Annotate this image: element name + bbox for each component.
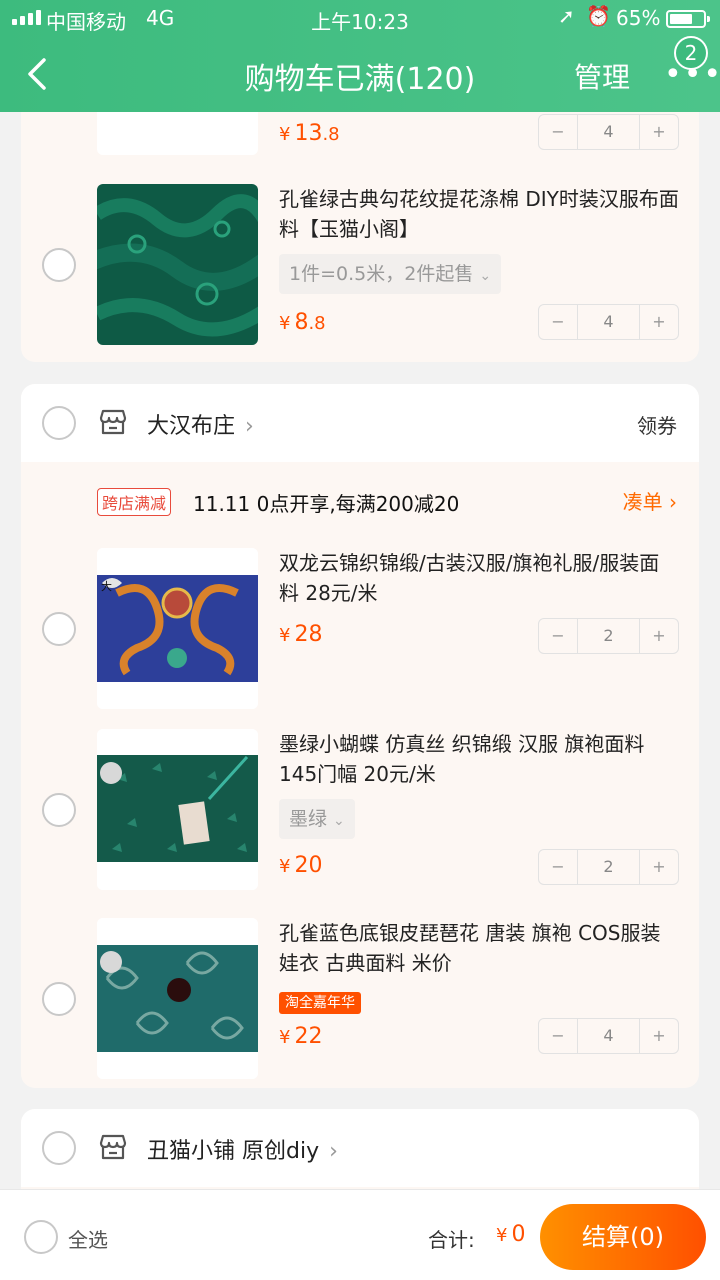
carnival-badge: 淘全嘉年华: [279, 992, 361, 1014]
quantity-stepper[interactable]: − 2 +: [538, 618, 679, 654]
quantity-stepper[interactable]: − 4 +: [538, 304, 679, 340]
product-image[interactable]: 大: [97, 548, 258, 709]
coupon-button[interactable]: 领券: [637, 410, 677, 439]
product-price: ¥8.8: [279, 310, 326, 335]
product-price: ¥13.8: [279, 121, 340, 146]
decrease-button[interactable]: −: [539, 850, 577, 884]
top-header: 中国移动 4G 上午10:23 ➚ ⏰ 65% 购物车已满(120) 管理 ••…: [0, 0, 720, 112]
increase-button[interactable]: +: [640, 619, 678, 653]
increase-button[interactable]: +: [640, 1019, 678, 1053]
quantity-stepper[interactable]: − 2 +: [538, 849, 679, 885]
shop-card-top: ¥13.8 − 4 + 孔雀绿古典勾花纹提花涤棉 DIY时装汉服布面料【玉猫小阁…: [21, 100, 699, 362]
product-price: ¥22: [279, 1024, 323, 1049]
decrease-button[interactable]: −: [539, 1019, 577, 1053]
product-image[interactable]: [97, 918, 258, 1079]
sku-selector[interactable]: 1件=0.5米，2件起售 ⌄: [279, 254, 502, 294]
more-badge: 2: [674, 36, 708, 70]
location-icon: ➚: [558, 4, 575, 28]
alarm-icon: ⏰: [586, 4, 611, 28]
store-icon: [97, 406, 129, 438]
product-title[interactable]: 墨绿小蝴蝶 仿真丝 织锦缎 汉服 旗袍面料 145门幅 20元/米: [279, 729, 679, 789]
decrease-button[interactable]: −: [539, 305, 577, 339]
select-all-label[interactable]: 全选: [68, 1224, 108, 1253]
cart-item: 墨绿小蝴蝶 仿真丝 织锦缎 汉服 旗袍面料 145门幅 20元/米 墨绿 ⌄ ¥2…: [21, 729, 699, 909]
product-image[interactable]: [97, 184, 258, 345]
shop-header: 丑猫小铺 原创diy ›: [21, 1109, 699, 1187]
checkout-bar: 全选 合计: ¥0 结算(0): [0, 1189, 720, 1280]
shop-card-dahan: 大汉布庄 › 领券 跨店满减 11.11 0点开享,每满200减20 凑单 › 大…: [21, 384, 699, 1088]
quantity-value[interactable]: 4: [577, 115, 640, 149]
cart-item: 孔雀绿古典勾花纹提花涤棉 DIY时装汉服布面料【玉猫小阁】 1件=0.5米，2件…: [21, 184, 699, 362]
product-image[interactable]: [97, 729, 258, 890]
total-amount: ¥0: [496, 1222, 526, 1247]
quantity-value[interactable]: 2: [577, 619, 640, 653]
decrease-button[interactable]: −: [539, 115, 577, 149]
item-select-radio[interactable]: [42, 248, 76, 282]
product-title[interactable]: 孔雀绿古典勾花纹提花涤棉 DIY时装汉服布面料【玉猫小阁】: [279, 184, 679, 244]
promo-tag: 跨店满减: [97, 488, 172, 516]
clock: 上午10:23: [311, 10, 409, 34]
battery-percent: 65%: [616, 6, 661, 30]
quantity-stepper[interactable]: − 4 +: [538, 1018, 679, 1054]
item-select-radio[interactable]: [42, 982, 76, 1016]
quantity-value[interactable]: 4: [577, 1019, 640, 1053]
shop-select-radio[interactable]: [42, 406, 76, 440]
decrease-button[interactable]: −: [539, 619, 577, 653]
increase-button[interactable]: +: [640, 115, 678, 149]
total-label: 合计:: [428, 1228, 475, 1252]
quantity-value[interactable]: 4: [577, 305, 640, 339]
product-title[interactable]: 双龙云锦织锦缎/古装汉服/旗袍礼服/服装面料 28元/米: [279, 548, 679, 608]
shop-name-link[interactable]: 大汉布庄 ›: [147, 408, 254, 440]
promo-bar: 跨店满减 11.11 0点开享,每满200减20 凑单 ›: [21, 462, 699, 538]
shop-name-link[interactable]: 丑猫小铺 原创diy ›: [147, 1133, 338, 1165]
product-price: ¥28: [279, 622, 323, 647]
product-title[interactable]: 孔雀蓝色底银皮琵琶花 唐装 旗袍 COS服装 娃衣 古典面料 米价: [279, 918, 679, 978]
item-select-radio[interactable]: [42, 793, 76, 827]
store-icon: [97, 1131, 129, 1163]
increase-button[interactable]: +: [640, 305, 678, 339]
svg-text:大: 大: [101, 579, 112, 593]
promo-text: 11.11 0点开享,每满200减20: [193, 492, 460, 516]
checkout-button[interactable]: 结算(0): [540, 1204, 706, 1270]
quantity-value[interactable]: 2: [577, 850, 640, 884]
increase-button[interactable]: +: [640, 850, 678, 884]
item-select-radio[interactable]: [42, 612, 76, 646]
manage-button[interactable]: 管理: [574, 56, 630, 96]
select-all-radio[interactable]: [24, 1220, 58, 1254]
cart-item: 孔雀蓝色底银皮琵琶花 唐装 旗袍 COS服装 娃衣 古典面料 米价 淘全嘉年华 …: [21, 918, 699, 1088]
add-on-link[interactable]: 凑单 ›: [623, 486, 677, 515]
sku-selector[interactable]: 墨绿 ⌄: [279, 799, 355, 839]
status-bar: 中国移动 4G 上午10:23 ➚ ⏰ 65%: [0, 0, 720, 36]
product-price: ¥20: [279, 853, 323, 878]
battery-icon: [666, 10, 710, 28]
cart-item: 大 双龙云锦织锦缎/古装汉服/旗袍礼服/服装面料 28元/米 ¥28 − 2 +: [21, 548, 699, 728]
shop-select-radio[interactable]: [42, 1131, 76, 1165]
quantity-stepper[interactable]: − 4 +: [538, 114, 679, 150]
shop-header: 大汉布庄 › 领券: [21, 384, 699, 462]
